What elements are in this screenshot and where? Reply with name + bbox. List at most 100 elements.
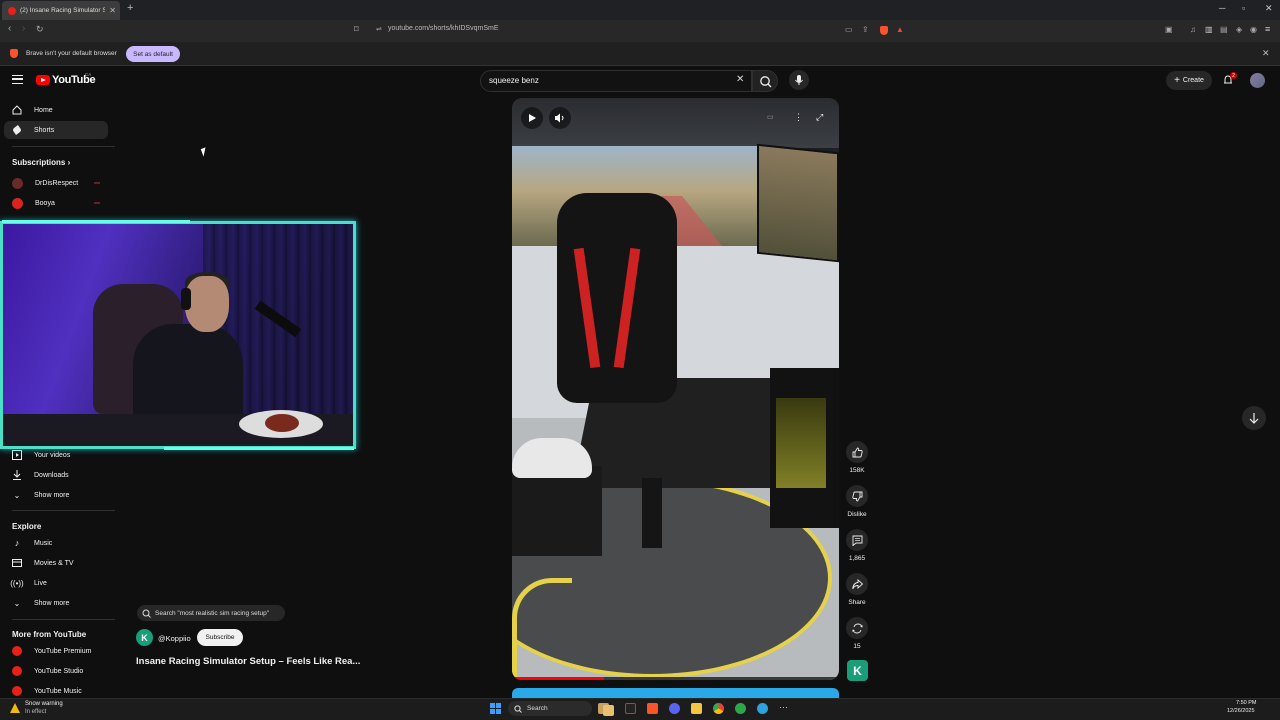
volume-button[interactable] (549, 107, 571, 129)
app-icon[interactable] (735, 703, 746, 714)
app-icon[interactable] (625, 703, 636, 714)
subscription-item[interactable]: Booya (4, 194, 108, 212)
url-field[interactable]: youtube.com/shorts/khIDSvqmSmE (388, 25, 499, 32)
more-options-icon[interactable]: ⋮ (794, 112, 803, 123)
dislike-button[interactable] (846, 485, 868, 507)
next-short-button[interactable] (1242, 406, 1266, 430)
sidebar-toggle-icon[interactable]: ▣ (1165, 25, 1173, 34)
shorts-video-player[interactable] (512, 98, 839, 680)
wallet-icon[interactable]: ▤ (1220, 25, 1228, 34)
comment-count: 1,865 (848, 555, 866, 562)
new-tab-button[interactable]: + (127, 2, 133, 14)
forward-button[interactable]: › (22, 23, 25, 34)
windows-taskbar (0, 698, 1280, 720)
voice-search-button[interactable] (789, 70, 809, 90)
webcam-frame-glow (2, 220, 190, 223)
taskbar-date[interactable]: 12/26/2025 (1227, 708, 1255, 714)
youtube-logo-icon[interactable] (36, 75, 50, 85)
sidebar-item-label: Shorts (34, 126, 55, 134)
subscription-item[interactable]: DrDisRespect (4, 174, 108, 192)
menu-icon[interactable]: ≡ (1265, 24, 1270, 34)
tab-title: (2) Insane Racing Simulator Setu (20, 7, 106, 14)
sidebar-item-label: YouTube Studio (34, 667, 84, 675)
hamburger-menu-icon[interactable] (12, 75, 23, 84)
reader-icon[interactable]: ▥ (1205, 25, 1213, 34)
create-button[interactable]: + Create (1166, 71, 1212, 90)
weather-alert-subtitle: In effect (25, 709, 47, 715)
sidebar-item-label: YouTube Music (34, 687, 82, 695)
back-button[interactable]: ‹ (8, 23, 11, 34)
divider (12, 619, 115, 620)
windows-start-icon[interactable] (490, 703, 501, 714)
sidebar-item-music[interactable]: ♪ Music (4, 534, 108, 552)
set-default-button[interactable]: Set as default (126, 46, 180, 62)
sidebar-item-live[interactable]: ((•)) Live (4, 574, 108, 592)
sidebar-show-more[interactable]: ⌄ Show more (4, 486, 108, 504)
share-button[interactable] (846, 573, 868, 595)
share-page-icon[interactable]: ⇪ (862, 25, 869, 34)
brave-shields-icon[interactable] (880, 26, 888, 35)
weather-alert-title[interactable]: Snow warning (25, 701, 63, 707)
sidebar-item-downloads[interactable]: Downloads (4, 466, 108, 484)
sidebar-item-youtube-premium[interactable]: YouTube Premium (4, 642, 108, 660)
vpn-icon[interactable]: ◉ (1250, 25, 1257, 34)
sidebar-item-movies-tv[interactable]: Movies & TV (4, 554, 108, 572)
infobar-message: Brave isn't your default browser (26, 50, 117, 57)
explore-heading: Explore (12, 522, 42, 531)
short-title[interactable]: Insane Racing Simulator Setup – Feels Li… (136, 656, 360, 667)
film-icon (12, 558, 22, 568)
search-input-value[interactable]: squeeze benz (489, 76, 539, 85)
sidebar-item-label: Your videos (34, 451, 71, 459)
discord-icon[interactable] (669, 703, 680, 714)
telegram-icon[interactable] (757, 703, 768, 714)
captions-icon[interactable]: ▭ (767, 113, 774, 121)
sidebar-item-shorts[interactable]: Shorts (4, 121, 108, 139)
cast-icon[interactable]: ▭ (845, 25, 853, 34)
channel-avatar[interactable]: K (136, 629, 153, 646)
sidebar-item-home[interactable]: Home (4, 101, 108, 119)
related-search-pill[interactable]: Search "most realistic sim racing setup" (137, 605, 285, 621)
account-avatar[interactable] (1250, 73, 1265, 88)
bookmark-icon[interactable]: ⌑ (354, 24, 359, 35)
taskbar-search[interactable]: Search (508, 701, 592, 716)
brave-rewards-icon[interactable]: ▲ (896, 25, 904, 34)
infobar-close-icon[interactable]: ✕ (1262, 48, 1270, 59)
fullscreen-icon[interactable]: ⤢ (816, 112, 823, 123)
webcam-frame-glow (164, 447, 354, 450)
tab-close-icon[interactable]: ✕ (109, 6, 116, 15)
remix-button[interactable] (846, 617, 868, 639)
play-button[interactable] (521, 107, 543, 129)
browser-tab-strip (0, 0, 1280, 20)
reload-button[interactable]: ↻ (36, 24, 44, 35)
video-progress-bar[interactable] (512, 677, 839, 680)
subscribe-button[interactable]: Subscribe (197, 629, 243, 646)
sidebar-item-youtube-studio[interactable]: YouTube Studio (4, 662, 108, 680)
media-icon[interactable]: ♫ (1190, 25, 1196, 34)
site-info-icon[interactable]: ⇌ (376, 25, 382, 33)
file-explorer-icon[interactable] (691, 703, 702, 714)
thumbs-down-icon (851, 491, 862, 501)
more-apps-icon[interactable]: ⋯ (779, 702, 788, 713)
chevron-down-icon: ⌄ (13, 490, 21, 500)
taskbar-time[interactable]: 7:50 PM (1236, 700, 1256, 706)
warning-icon[interactable] (10, 703, 20, 713)
like-button[interactable] (846, 441, 868, 463)
minimize-button[interactable]: ─ (1219, 3, 1225, 13)
browser-tab-active[interactable]: (2) Insane Racing Simulator Setu ✕ (2, 1, 120, 20)
maximize-button[interactable]: ▫ (1242, 3, 1245, 13)
subscriptions-heading[interactable]: Subscriptions › (12, 158, 70, 167)
divider (12, 510, 115, 511)
search-button[interactable] (752, 70, 778, 92)
close-window-button[interactable]: ✕ (1265, 3, 1273, 14)
channel-handle[interactable]: @Koppiio (158, 634, 191, 643)
brave-browser-icon[interactable] (647, 703, 658, 714)
clear-search-icon[interactable]: ✕ (736, 74, 744, 85)
widgets-icon[interactable] (603, 705, 614, 716)
comments-button[interactable] (846, 529, 868, 551)
chrome-icon[interactable] (713, 703, 724, 714)
extensions-icon[interactable]: ◈ (1236, 25, 1242, 34)
channel-avatar-button[interactable]: K (847, 660, 868, 681)
sidebar-show-more[interactable]: ⌄ Show more (4, 594, 108, 612)
remix-count: 15 (853, 643, 861, 650)
youtube-music-icon (12, 686, 22, 696)
